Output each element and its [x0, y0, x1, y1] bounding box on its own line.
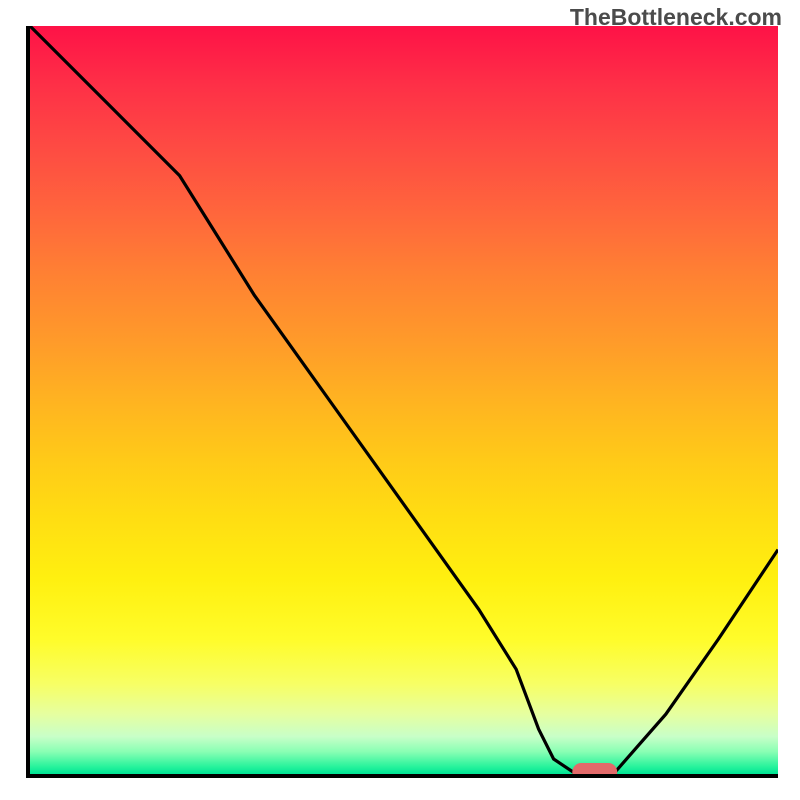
plot-area [26, 26, 778, 778]
optimal-point-marker [572, 763, 617, 774]
marker-layer [30, 26, 778, 774]
chart-container: TheBottleneck.com [0, 0, 800, 800]
watermark-text: TheBottleneck.com [570, 4, 782, 31]
